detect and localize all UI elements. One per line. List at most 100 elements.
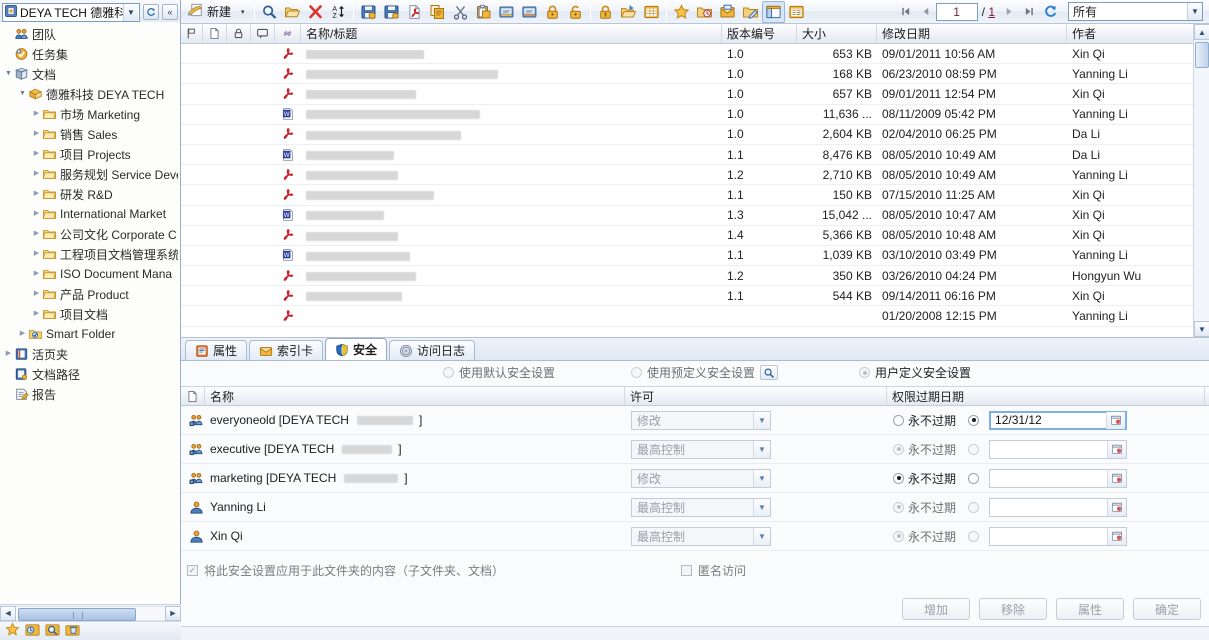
toggle-preview-pane-icon[interactable] [762,1,785,23]
security-mode-option-1[interactable]: 使用预定义安全设置 [631,364,778,381]
tab-0[interactable]: 属性 [185,340,247,360]
expand-arrow-icon[interactable]: ▶ [31,264,42,284]
footer-check-0[interactable]: ✓将此安全设置应用于此文件夹的内容（子文件夹、文档） [187,562,504,579]
action-button-2[interactable]: 属性 [1056,598,1124,620]
checkbox[interactable]: ✓ [187,565,198,576]
never-expire-radio[interactable] [893,473,904,484]
sidebar-item-14[interactable]: ▶项目文档 [0,304,180,324]
sidebar-item-18[interactable]: 报告 [0,384,180,404]
favorites-star-icon[interactable] [5,622,20,640]
open-folder-icon[interactable] [281,1,304,23]
calendar-icon[interactable] [1107,499,1126,516]
permission-select[interactable]: 最高控制▼ [631,527,771,546]
first-page-button[interactable] [896,3,916,21]
sidebar-horizontal-scrollbar[interactable]: ◄ ► [0,604,181,621]
scroll-right-button[interactable]: ► [165,606,181,621]
edit-folder-icon[interactable] [739,1,762,23]
perm-column-header-expiry[interactable]: 权限过期日期 [887,387,1205,405]
column-header-doc[interactable] [203,24,227,43]
chevron-down-icon[interactable]: ▼ [753,412,770,429]
scroll-thumb[interactable] [18,608,136,621]
sidebar-item-8[interactable]: ▶研发 R&D [0,184,180,204]
collapse-panel-button[interactable]: « [162,4,178,20]
refresh-list-button[interactable] [1039,1,1062,23]
calendar-icon[interactable] [1107,528,1126,545]
expiry-date-field[interactable] [989,469,1127,488]
sidebar-item-16[interactable]: ▶活页夹 [0,344,180,364]
never-expire-radio[interactable] [893,531,904,542]
toggle-list-view-icon[interactable] [785,1,808,23]
search-results-icon[interactable] [45,622,60,640]
copy-icon[interactable] [426,1,449,23]
import-icon[interactable]: WF [495,1,518,23]
tab-1[interactable]: 索引卡 [249,340,323,360]
refresh-tree-button[interactable] [143,4,159,20]
column-header-name[interactable]: 名称/标题 [301,24,722,43]
file-row[interactable]: 01/20/2008 12:15 PMYanning Li [181,306,1209,326]
expand-arrow-icon[interactable]: ▶ [17,324,28,344]
permission-select[interactable]: 最高控制▼ [631,498,771,517]
permission-row[interactable]: marketing [DEYA TECH]修改▼永不过期 [181,464,1209,493]
footer-check-1[interactable]: 匿名访问 [681,562,746,579]
file-row[interactable]: 1.22,710 KB08/05/2010 10:49 AMYanning Li [181,165,1209,185]
perm-column-header-icon[interactable] [181,387,205,405]
column-header-size[interactable]: 大小 [797,24,877,43]
sidebar-item-7[interactable]: ▶服务规划 Service Deve [0,164,180,184]
expand-arrow-icon[interactable]: ▶ [31,164,42,184]
search-icon[interactable] [258,1,281,23]
chevron-down-icon[interactable]: ▼ [753,441,770,458]
checkin-icon[interactable] [357,1,380,23]
expiry-date-field[interactable] [989,527,1127,546]
expiry-date-field[interactable] [989,440,1127,459]
calendar-icon[interactable] [1107,470,1126,487]
sort-az-icon[interactable]: AZ [327,1,350,23]
sidebar-item-9[interactable]: ▶International Market [0,204,180,224]
chevron-down-icon[interactable]: ▼ [753,499,770,516]
permission-select[interactable]: 最高控制▼ [631,440,771,459]
file-row[interactable]: 1.1150 KB07/15/2010 11:25 AMXin Qi [181,185,1209,205]
sidebar-item-5[interactable]: ▶销售 Sales [0,124,180,144]
chevron-down-icon[interactable]: ▼ [1187,3,1202,20]
file-row[interactable]: W1.18,476 KB08/05/2010 10:49 AMDa Li [181,145,1209,165]
filter-select[interactable]: 所有 ▼ [1068,2,1203,21]
expire-on-date-radio[interactable] [968,531,979,542]
file-row[interactable]: 1.02,604 KB02/04/2010 06:25 PMDa Li [181,125,1209,145]
sidebar-item-6[interactable]: ▶项目 Projects [0,144,180,164]
sidebar-item-13[interactable]: ▶产品 Product [0,284,180,304]
expand-arrow-icon[interactable]: ▶ [31,204,42,224]
sidebar-item-17[interactable]: 文档路径 [0,364,180,384]
sidebar-item-4[interactable]: ▶市场 Marketing [0,104,180,124]
expiry-date-field[interactable] [989,498,1127,517]
chevron-down-icon[interactable]: ▼ [753,528,770,545]
expire-on-date-radio[interactable] [968,444,979,455]
calendar-icon[interactable] [1106,412,1125,429]
radio-button[interactable] [443,367,454,378]
sidebar-item-3[interactable]: ▼德雅科技 DEYA TECH [0,84,180,104]
new-dropdown-arrow[interactable]: ▾ [235,1,251,23]
expand-arrow-icon[interactable]: ▶ [3,344,14,364]
scroll-thumb[interactable] [1195,42,1209,68]
unlock-icon[interactable] [564,1,587,23]
permission-select[interactable]: 修改▼ [631,411,771,430]
expire-on-date-radio[interactable] [968,415,979,426]
column-header-flag[interactable] [181,24,203,43]
expand-arrow-icon[interactable]: ▶ [31,224,42,244]
action-button-3[interactable]: 确定 [1133,598,1201,620]
calendar-icon[interactable] [1107,441,1126,458]
file-row[interactable]: W1.315,042 ...08/05/2010 10:47 AMXin Qi [181,206,1209,226]
security-mode-option-2[interactable]: 用户定义安全设置 [859,364,971,381]
file-row[interactable]: 1.45,366 KB08/05/2010 10:48 AMXin Qi [181,226,1209,246]
checkout-icon[interactable] [380,1,403,23]
radio-button[interactable] [859,367,870,378]
permission-select[interactable]: 修改▼ [631,469,771,488]
radio-button[interactable] [631,367,642,378]
delete-icon[interactable] [304,1,327,23]
paste-icon[interactable] [472,1,495,23]
sidebar-item-0[interactable]: 团队 [0,24,180,44]
previous-page-button[interactable] [916,3,936,21]
mail-icon[interactable] [716,1,739,23]
recycle-bin-icon[interactable] [65,622,80,640]
expand-arrow-icon[interactable]: ▶ [31,184,42,204]
tab-3[interactable]: 访问日志 [389,340,475,360]
never-expire-radio[interactable] [893,415,904,426]
